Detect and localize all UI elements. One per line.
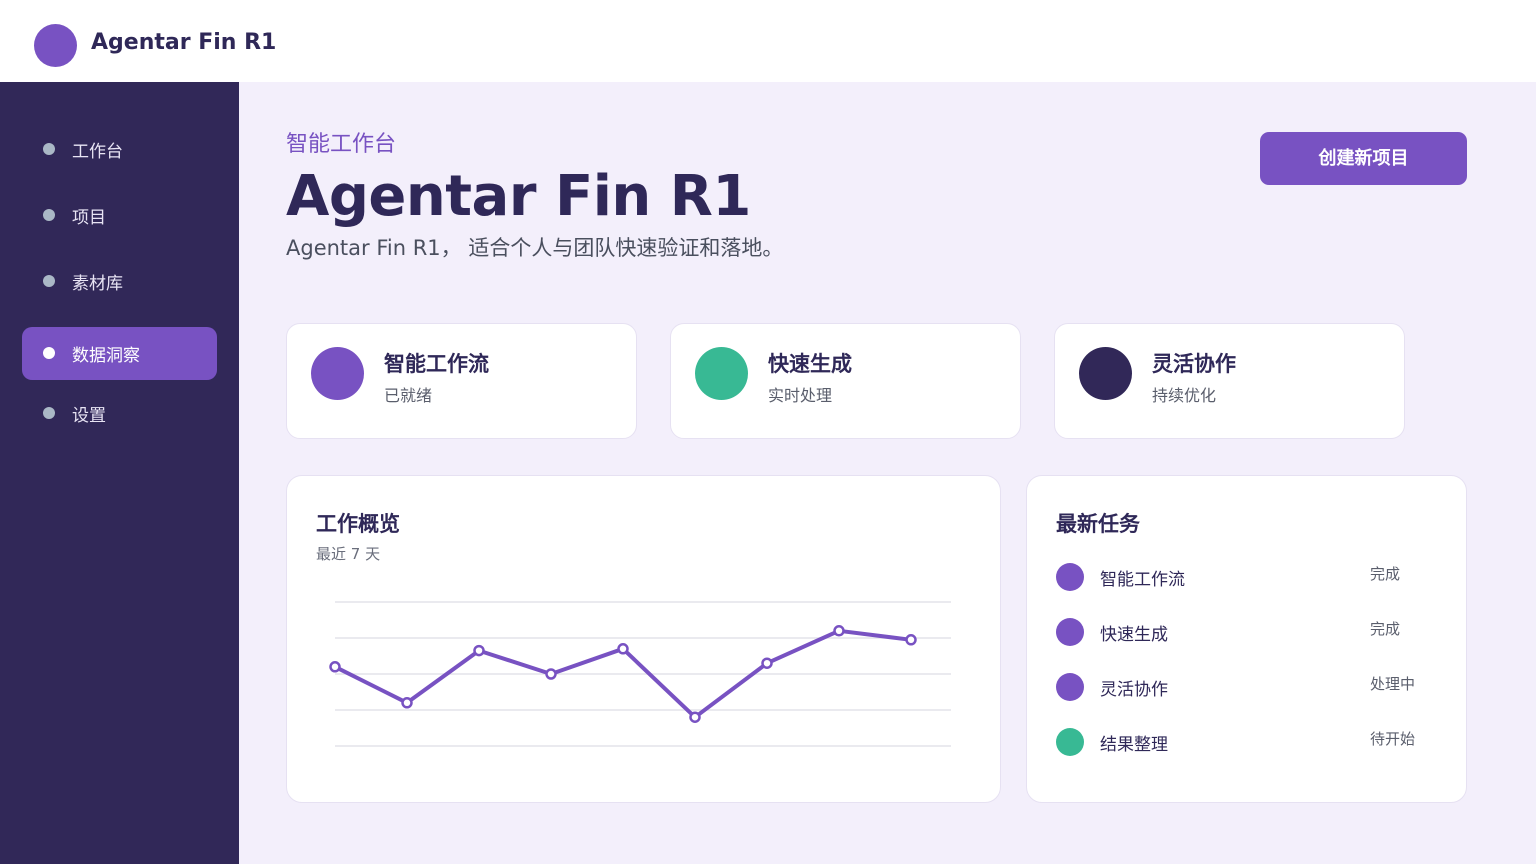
feature-subtitle: 已就绪 <box>384 386 433 405</box>
page-title: Agentar Fin R1 <box>286 164 751 229</box>
chart-point[interactable] <box>833 625 845 637</box>
generate-icon <box>695 347 748 400</box>
feature-subtitle: 持续优化 <box>1152 386 1217 405</box>
workflow-icon <box>311 347 364 400</box>
overview-subtitle: 最近 7 天 <box>316 545 381 563</box>
task-name: 结果整理 <box>1100 735 1168 755</box>
logo-icon <box>34 24 77 67</box>
task-row[interactable]: 快速生成 完成 <box>1056 616 1436 646</box>
task-row[interactable]: 灵活协作 处理中 <box>1056 671 1436 701</box>
sidebar-item-label: 数据洞察 <box>72 346 140 366</box>
feature-title: 智能工作流 <box>384 352 489 376</box>
feature-card-generate[interactable]: 快速生成 实时处理 <box>670 323 1021 439</box>
chart-point[interactable] <box>689 711 701 723</box>
chart-point[interactable] <box>473 644 485 657</box>
task-row[interactable]: 结果整理 待开始 <box>1056 726 1436 756</box>
bullet-icon <box>43 143 55 155</box>
feature-subtitle: 实时处理 <box>768 386 833 405</box>
overview-title: 工作概览 <box>316 512 400 536</box>
task-status-dot-icon <box>1056 563 1084 591</box>
feature-card-collab[interactable]: 灵活协作 持续优化 <box>1054 323 1405 439</box>
task-name: 灵活协作 <box>1100 680 1168 700</box>
sidebar-item-projects[interactable]: 项目 <box>22 189 217 242</box>
collaboration-icon <box>1079 347 1132 400</box>
chart-point[interactable] <box>617 643 629 655</box>
tasks-panel: 最新任务 智能工作流 完成 快速生成 完成 灵活协作 处理中 结果整理 待开始 <box>1026 475 1467 803</box>
task-name: 快速生成 <box>1100 625 1168 645</box>
feature-card-workflow[interactable]: 智能工作流 已就绪 <box>286 323 637 439</box>
feature-title: 快速生成 <box>768 352 852 376</box>
sidebar-item-label: 工作台 <box>72 142 123 162</box>
bullet-icon <box>43 407 55 419</box>
chart-point[interactable] <box>905 634 917 646</box>
bullet-icon <box>43 275 55 287</box>
sidebar-item-workbench[interactable]: 工作台 <box>22 123 217 176</box>
task-status-dot-icon <box>1056 673 1084 701</box>
overview-panel: 工作概览 最近 7 天 <box>286 475 1001 803</box>
chart-point[interactable] <box>545 668 557 680</box>
create-project-button[interactable]: 创建新项目 <box>1260 132 1467 185</box>
task-status: 待开始 <box>1370 730 1416 748</box>
task-status: 完成 <box>1370 620 1401 638</box>
chart-point[interactable] <box>329 661 341 673</box>
tasks-title: 最新任务 <box>1056 512 1140 536</box>
sidebar: 工作台 项目 素材库 数据洞察 设置 <box>0 82 239 864</box>
chart-point[interactable] <box>401 697 413 709</box>
top-bar: Agentar Fin R1 <box>0 0 1536 82</box>
chart-point[interactable] <box>761 657 773 669</box>
task-name: 智能工作流 <box>1100 570 1185 590</box>
sidebar-item-settings[interactable]: 设置 <box>22 387 217 440</box>
task-status: 完成 <box>1370 565 1401 583</box>
bullet-icon <box>43 347 55 359</box>
task-status: 处理中 <box>1370 675 1416 693</box>
task-status-dot-icon <box>1056 618 1084 646</box>
page-eyebrow: 智能工作台 <box>286 132 397 157</box>
sidebar-item-label: 设置 <box>72 406 106 426</box>
feature-title: 灵活协作 <box>1152 352 1236 376</box>
sidebar-item-assets[interactable]: 素材库 <box>22 255 217 308</box>
app-title: Agentar Fin R1 <box>91 30 277 55</box>
task-row[interactable]: 智能工作流 完成 <box>1056 561 1436 591</box>
sidebar-item-label: 项目 <box>72 208 106 228</box>
sidebar-item-insights[interactable]: 数据洞察 <box>22 327 217 380</box>
bullet-icon <box>43 209 55 221</box>
task-status-dot-icon <box>1056 728 1084 756</box>
sidebar-item-label: 素材库 <box>72 274 123 294</box>
page-description: Agentar Fin R1， 适合个人与团队快速验证和落地。 <box>286 236 784 260</box>
